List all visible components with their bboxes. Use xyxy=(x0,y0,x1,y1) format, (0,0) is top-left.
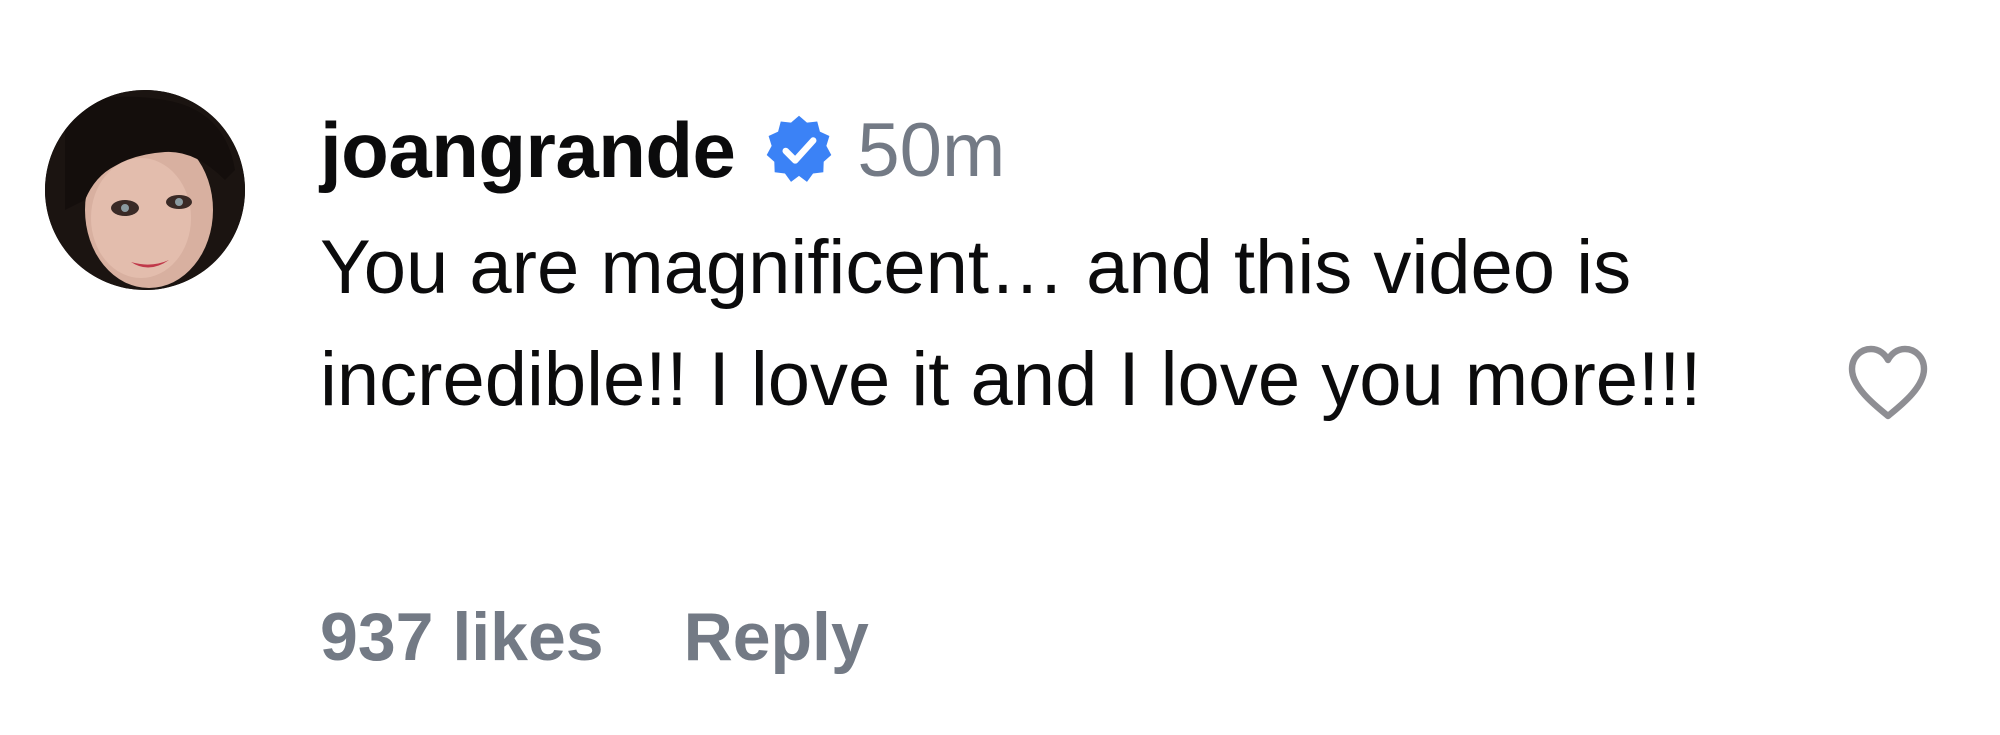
comment-item: joangrande 50m You are magnificent… and … xyxy=(0,0,2000,735)
like-button[interactable] xyxy=(1840,334,1936,430)
username[interactable]: joangrande xyxy=(320,105,736,196)
verified-badge-icon xyxy=(761,112,837,188)
timestamp: 50m xyxy=(857,107,1006,193)
comment-text: You are magnificent… and this video is i… xyxy=(320,225,1702,422)
comment-header: joangrande 50m xyxy=(320,100,1005,200)
heart-outline-icon xyxy=(1848,345,1928,420)
likes-count[interactable]: 937 likes xyxy=(320,598,604,676)
avatar[interactable] xyxy=(45,90,245,290)
comment-footer: 937 likes Reply xyxy=(320,598,869,676)
reply-button[interactable]: Reply xyxy=(684,598,869,676)
avatar-image xyxy=(45,90,245,290)
